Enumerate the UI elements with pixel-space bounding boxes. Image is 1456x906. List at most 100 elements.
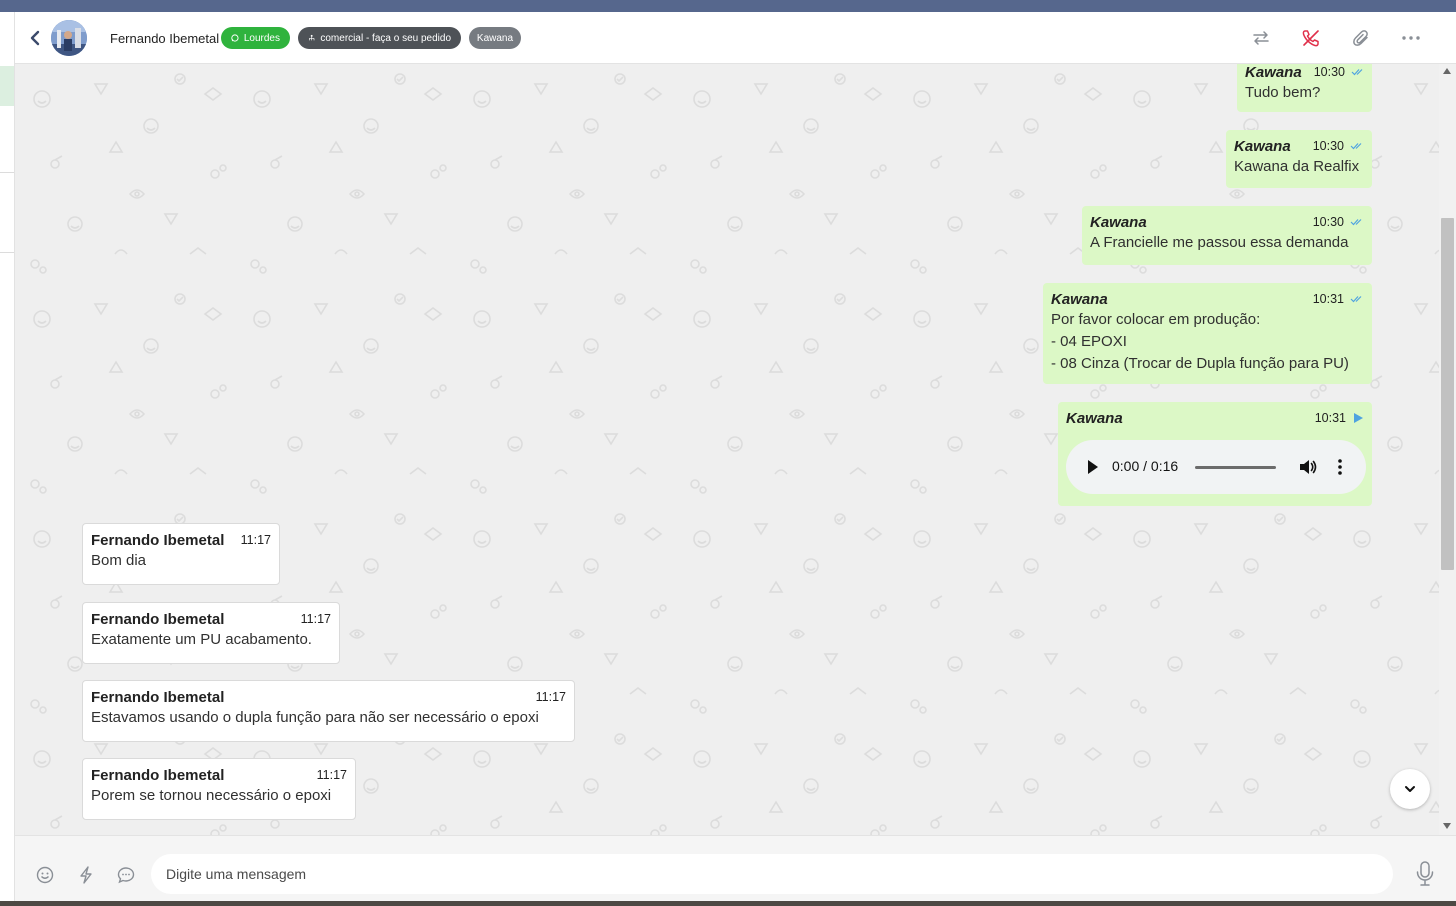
message-text: Kawana da Realfix: [1234, 158, 1360, 175]
quick-reply-button[interactable]: [116, 865, 136, 885]
play-button[interactable]: [1088, 460, 1098, 474]
message-bubble-outgoing[interactable]: Kawana 10:30 Kawana da Realfix: [1226, 130, 1372, 188]
tag-department[interactable]: comercial - faça o seu pedido: [298, 27, 461, 49]
window-bottom-edge: [0, 901, 1456, 906]
message-bubble-incoming[interactable]: Fernando Ibemetal 11:17 Porem se tornou …: [82, 758, 356, 820]
divider: [0, 172, 14, 173]
message-time: 11:17: [240, 533, 271, 547]
emoji-button[interactable]: [35, 865, 55, 885]
message-meta: 10:30: [1313, 139, 1364, 153]
message-time: 10:30: [1312, 215, 1344, 229]
volume-icon[interactable]: [1298, 457, 1318, 477]
message-time: 10:30: [1313, 65, 1345, 79]
record-audio-button[interactable]: [1413, 860, 1437, 888]
sitemap-icon: [309, 34, 315, 41]
back-button[interactable]: [27, 28, 43, 48]
message-header: Kawana 10:30: [1234, 136, 1364, 156]
window-top-bar: [0, 0, 1456, 12]
double-check-icon: [1351, 69, 1363, 76]
double-check-icon: [1350, 143, 1362, 150]
message-text: Tudo bem?: [1245, 84, 1321, 101]
play-status-icon: [1354, 413, 1363, 423]
scroll-up-arrow-icon[interactable]: [1443, 68, 1451, 74]
message-sender: Kawana: [1051, 290, 1108, 308]
message-time: 11:17: [316, 768, 347, 782]
message-bubble-incoming[interactable]: Fernando Ibemetal 11:17 Estavamos usando…: [82, 680, 575, 742]
active-conversation-indicator[interactable]: [0, 66, 14, 106]
message-time: 11:17: [535, 690, 566, 704]
chevron-left-icon: [30, 30, 40, 46]
emoji-icon: [36, 866, 54, 884]
message-header: Kawana 10:31: [1066, 408, 1364, 428]
message-bubble-outgoing[interactable]: Kawana 10:30 A Francielle me passou essa…: [1082, 206, 1372, 265]
audio-progress-slider[interactable]: [1195, 466, 1276, 469]
transfer-button[interactable]: [1249, 26, 1273, 50]
message-meta: 10:31: [1315, 411, 1364, 425]
scroll-down-arrow-icon[interactable]: [1443, 823, 1451, 829]
quick-reply-icon: [117, 867, 135, 884]
message-bubble-incoming[interactable]: Fernando Ibemetal 11:17 Exatamente um PU…: [82, 602, 340, 664]
message-sender: Fernando Ibemetal: [91, 531, 225, 549]
message-header: Kawana 10:31: [1051, 289, 1364, 309]
double-check-icon: [1350, 219, 1362, 226]
message-bubble-incoming[interactable]: Fernando Ibemetal 11:17 Bom dia: [82, 523, 280, 585]
quick-action-button[interactable]: [76, 865, 96, 885]
audio-more-icon[interactable]: [1337, 458, 1343, 476]
message-text: - 04 EPOXI: [1051, 333, 1127, 350]
message-header: Fernando Ibemetal 11:17: [91, 687, 566, 707]
message-header: Fernando Ibemetal 11:17: [91, 765, 347, 785]
message-text: Exatamente um PU acabamento.: [91, 631, 312, 648]
message-bubble-outgoing[interactable]: Kawana 10:31 Por favor colocar em produç…: [1043, 283, 1372, 384]
contact-name: Fernando Ibemetal: [110, 31, 220, 46]
message-meta: 10:31: [1313, 292, 1364, 306]
chevron-down-icon: [1405, 786, 1415, 792]
message-text: Estavamos usando o dupla função para não…: [91, 709, 539, 726]
message-input[interactable]: [151, 854, 1393, 894]
divider: [0, 252, 14, 253]
microphone-icon: [1416, 861, 1434, 886]
message-bubble-outgoing-audio[interactable]: Kawana 10:31 0:00 / 0:16: [1058, 402, 1372, 506]
message-bubble-outgoing[interactable]: Kawana 10:30 Tudo bem?: [1237, 64, 1372, 112]
message-header: Kawana 10:30: [1245, 64, 1364, 82]
more-options-button[interactable]: [1399, 26, 1423, 50]
chat-header: Fernando Ibemetal Lourdes comercial - fa…: [15, 12, 1456, 64]
message-header: Fernando Ibemetal 11:17: [91, 609, 331, 629]
tag-user[interactable]: Kawana: [469, 27, 521, 49]
message-composer: [15, 835, 1456, 901]
message-text: Bom dia: [91, 552, 147, 569]
end-call-button[interactable]: [1299, 26, 1323, 50]
message-list[interactable]: Kawana 10:30 Tudo bem? Kawana 10:30 Kawa…: [15, 64, 1439, 835]
message-sender: Kawana: [1234, 137, 1291, 155]
message-header: Fernando Ibemetal 11:17: [91, 530, 271, 550]
tag-agent[interactable]: Lourdes: [221, 27, 290, 49]
message-time: 10:30: [1312, 139, 1344, 153]
message-time: 11:17: [300, 612, 331, 626]
message-meta: 10:30: [1314, 65, 1365, 79]
message-text: Por favor colocar em produção:: [1051, 311, 1261, 328]
message-meta: 10:30: [1313, 215, 1364, 229]
more-icon: [1402, 36, 1420, 40]
audio-time: 0:00 / 0:16: [1112, 458, 1179, 474]
message-time: 10:31: [1314, 411, 1346, 425]
message-sender: Kawana: [1245, 64, 1302, 81]
paperclip-icon: [1353, 30, 1368, 46]
message-time: 10:31: [1312, 292, 1344, 306]
end-call-icon: [1302, 30, 1319, 47]
message-sender: Fernando Ibemetal: [91, 610, 225, 628]
conversation-list-edge: [0, 12, 15, 906]
tag-label: Lourdes: [243, 32, 280, 44]
message-header: Kawana 10:30: [1090, 212, 1364, 232]
attach-button[interactable]: [1349, 26, 1373, 50]
message-sender: Fernando Ibemetal: [91, 766, 225, 784]
scroll-to-bottom-button[interactable]: [1390, 769, 1430, 809]
contact-avatar[interactable]: [51, 20, 87, 56]
message-text: A Francielle me passou essa demanda: [1090, 234, 1349, 251]
tag-label: comercial - faça o seu pedido: [320, 32, 451, 44]
chat-scrollbar[interactable]: [1439, 64, 1456, 835]
whatsapp-icon: [231, 34, 239, 42]
message-sender: Kawana: [1066, 409, 1123, 427]
message-sender: Fernando Ibemetal: [91, 688, 225, 706]
double-check-icon: [1350, 296, 1362, 303]
tag-label: Kawana: [476, 32, 514, 44]
scrollbar-thumb[interactable]: [1441, 218, 1454, 570]
